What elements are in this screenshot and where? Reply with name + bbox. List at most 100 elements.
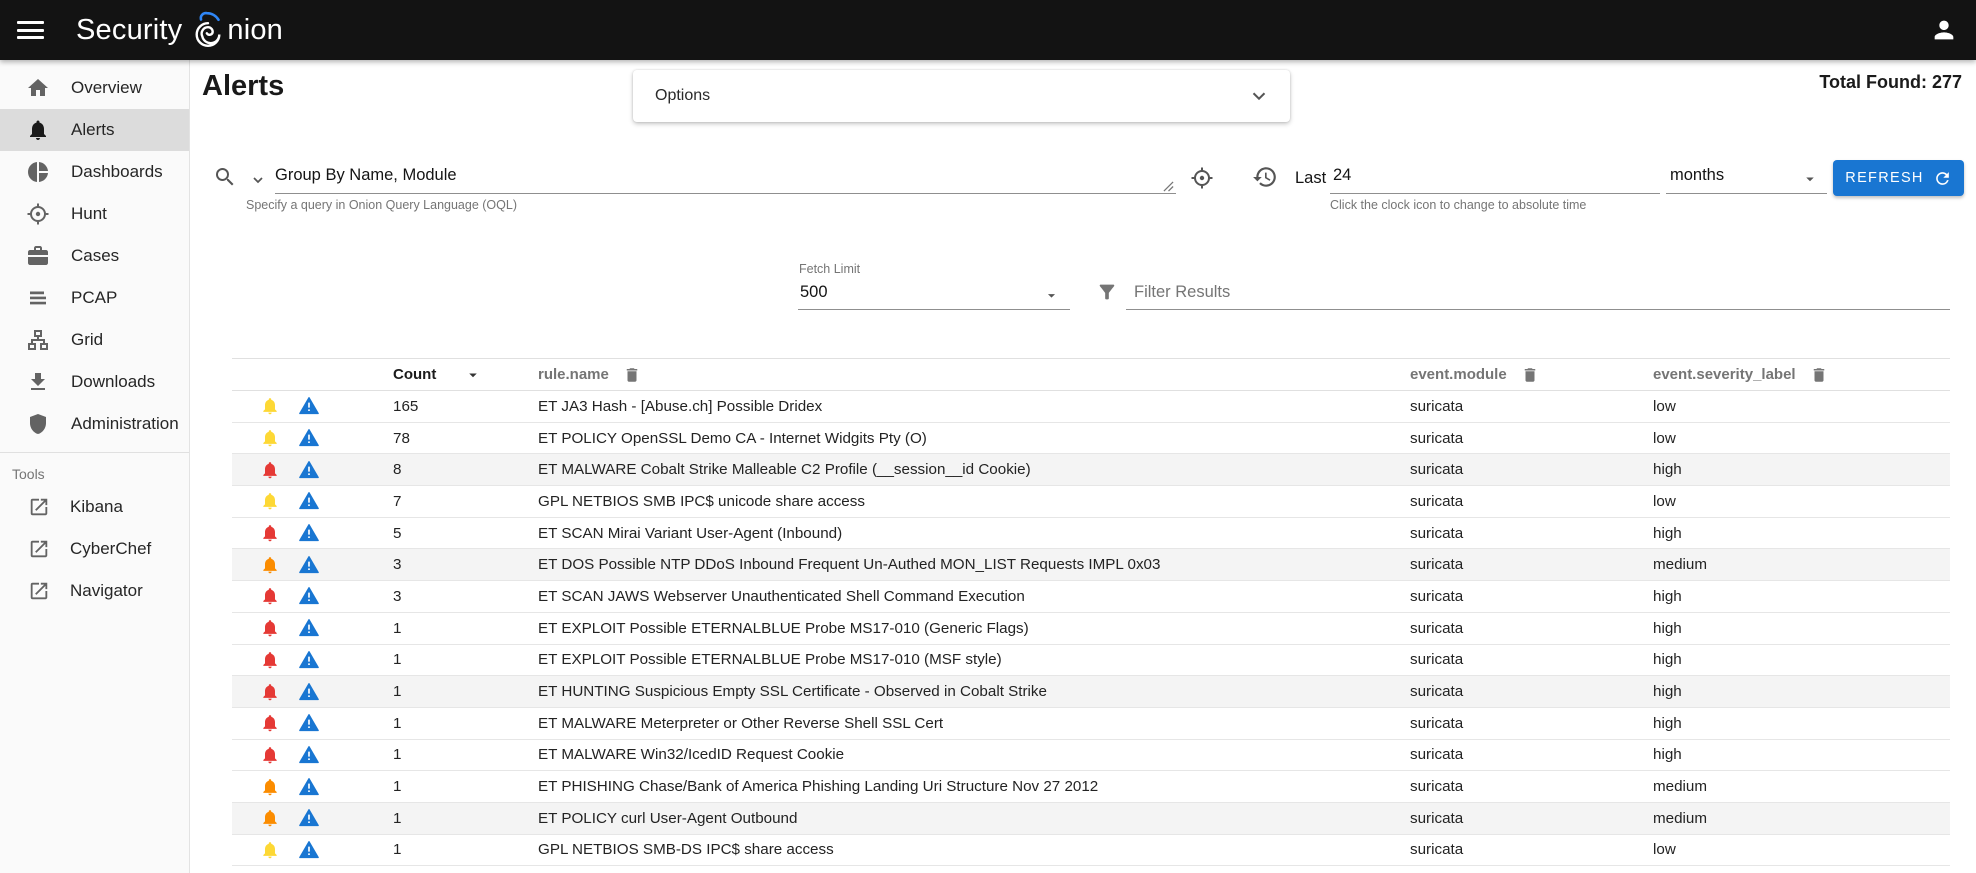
event-module-cell[interactable]: suricata [1410,651,1653,668]
severity-bell-icon[interactable] [260,777,280,797]
sidebar-item-hunt[interactable]: Hunt [0,193,189,235]
severity-bell-icon[interactable] [260,808,280,828]
warning-triangle-icon[interactable] [299,808,319,828]
resize-handle-icon[interactable] [1163,181,1174,192]
table-row[interactable]: 1 ET MALWARE Meterpreter or Other Revers… [232,708,1950,740]
table-row[interactable]: 3 ET DOS Possible NTP DDoS Inbound Frequ… [232,549,1950,581]
table-row[interactable]: 5 ET SCAN Mirai Variant User-Agent (Inbo… [232,518,1950,550]
event-module-cell[interactable]: suricata [1410,810,1653,827]
event-module-cell[interactable]: suricata [1410,525,1653,542]
time-amount-input[interactable]: 24 [1330,160,1660,194]
query-input[interactable]: Group By Name, Module [275,160,1176,194]
warning-triangle-icon[interactable] [299,396,319,416]
severity-bell-icon[interactable] [260,428,280,448]
column-header-rule-name[interactable]: rule.name [538,366,641,384]
search-icon[interactable] [213,165,237,189]
severity-label-cell[interactable]: high [1653,715,1950,732]
rule-name-cell[interactable]: ET PHISHING Chase/Bank of America Phishi… [538,778,1410,795]
event-module-cell[interactable]: suricata [1410,588,1653,605]
severity-bell-icon[interactable] [260,682,280,702]
count-cell[interactable]: 165 [393,398,538,415]
table-row[interactable]: 165 ET JA3 Hash - [Abuse.ch] Possible Dr… [232,391,1950,423]
rule-name-cell[interactable]: ET SCAN Mirai Variant User-Agent (Inboun… [538,525,1410,542]
event-module-cell[interactable]: suricata [1410,398,1653,415]
count-cell[interactable]: 8 [393,461,538,478]
table-row[interactable]: 3 ET SCAN JAWS Webserver Unauthenticated… [232,581,1950,613]
trash-icon[interactable] [623,366,641,384]
user-icon[interactable] [1930,16,1958,44]
warning-triangle-icon[interactable] [299,523,319,543]
rule-name-cell[interactable]: ET MALWARE Win32/IcedID Request Cookie [538,746,1410,763]
trash-icon[interactable] [1521,366,1539,384]
fetch-limit-select[interactable]: 500 [798,280,1070,310]
rule-name-cell[interactable]: ET EXPLOIT Possible ETERNALBLUE Probe MS… [538,620,1410,637]
table-row[interactable]: 7 GPL NETBIOS SMB IPC$ unicode share acc… [232,486,1950,518]
count-cell[interactable]: 5 [393,525,538,542]
severity-label-cell[interactable]: high [1653,683,1950,700]
severity-label-cell[interactable]: medium [1653,810,1950,827]
rule-name-cell[interactable]: ET POLICY OpenSSL Demo CA - Internet Wid… [538,430,1410,447]
severity-bell-icon[interactable] [260,523,280,543]
table-row[interactable]: 1 ET PHISHING Chase/Bank of America Phis… [232,771,1950,803]
table-row[interactable]: 1 ET EXPLOIT Possible ETERNALBLUE Probe … [232,645,1950,677]
warning-triangle-icon[interactable] [299,650,319,670]
sidebar-item-downloads[interactable]: Downloads [0,361,189,403]
table-row[interactable]: 1 ET EXPLOIT Possible ETERNALBLUE Probe … [232,613,1950,645]
sidebar-item-overview[interactable]: Overview [0,67,189,109]
warning-triangle-icon[interactable] [299,713,319,733]
severity-bell-icon[interactable] [260,713,280,733]
rule-name-cell[interactable]: ET JA3 Hash - [Abuse.ch] Possible Dridex [538,398,1410,415]
column-header-count[interactable]: Count [393,366,482,384]
severity-bell-icon[interactable] [260,460,280,480]
severity-bell-icon[interactable] [260,555,280,575]
history-clock-icon[interactable] [1252,164,1278,190]
warning-triangle-icon[interactable] [299,840,319,860]
sidebar-item-alerts[interactable]: Alerts [0,109,189,151]
count-cell[interactable]: 1 [393,778,538,795]
severity-label-cell[interactable]: high [1653,746,1950,763]
event-module-cell[interactable]: suricata [1410,620,1653,637]
severity-label-cell[interactable]: low [1653,841,1950,858]
event-module-cell[interactable]: suricata [1410,556,1653,573]
severity-label-cell[interactable]: low [1653,493,1950,510]
count-cell[interactable]: 1 [393,651,538,668]
count-cell[interactable]: 1 [393,841,538,858]
event-module-cell[interactable]: suricata [1410,683,1653,700]
sidebar-item-pcap[interactable]: PCAP [0,277,189,319]
table-row[interactable]: 1 GPL NETBIOS SMB-DS IPC$ share access s… [232,835,1950,867]
count-cell[interactable]: 1 [393,746,538,763]
sidebar-item-navigator[interactable]: Navigator [0,570,189,612]
event-module-cell[interactable]: suricata [1410,715,1653,732]
count-cell[interactable]: 78 [393,430,538,447]
filter-results-input[interactable]: Filter Results [1126,280,1950,310]
warning-triangle-icon[interactable] [299,586,319,606]
count-cell[interactable]: 3 [393,588,538,605]
warning-triangle-icon[interactable] [299,491,319,511]
table-row[interactable]: 78 ET POLICY OpenSSL Demo CA - Internet … [232,423,1950,455]
event-module-cell[interactable]: suricata [1410,746,1653,763]
event-module-cell[interactable]: suricata [1410,778,1653,795]
column-header-event-severity-label[interactable]: event.severity_label [1653,366,1828,384]
sidebar-item-cyberchef[interactable]: CyberChef [0,528,189,570]
event-module-cell[interactable]: suricata [1410,430,1653,447]
query-chevron-down-icon[interactable] [250,172,266,188]
rule-name-cell[interactable]: ET DOS Possible NTP DDoS Inbound Frequen… [538,556,1410,573]
table-row[interactable]: 1 ET HUNTING Suspicious Empty SSL Certif… [232,676,1950,708]
severity-label-cell[interactable]: high [1653,461,1950,478]
count-cell[interactable]: 1 [393,620,538,637]
event-module-cell[interactable]: suricata [1410,841,1653,858]
count-cell[interactable]: 1 [393,683,538,700]
severity-label-cell[interactable]: high [1653,620,1950,637]
warning-triangle-icon[interactable] [299,460,319,480]
sidebar-item-administration[interactable]: Administration [0,403,189,445]
severity-label-cell[interactable]: high [1653,525,1950,542]
event-module-cell[interactable]: suricata [1410,461,1653,478]
rule-name-cell[interactable]: ET SCAN JAWS Webserver Unauthenticated S… [538,588,1410,605]
severity-label-cell[interactable]: high [1653,588,1950,605]
warning-triangle-icon[interactable] [299,428,319,448]
table-row[interactable]: 1 ET MALWARE Win32/IcedID Request Cookie… [232,740,1950,772]
severity-bell-icon[interactable] [260,396,280,416]
severity-bell-icon[interactable] [260,745,280,765]
target-icon[interactable] [1190,166,1214,190]
time-unit-select[interactable]: months [1666,160,1827,194]
